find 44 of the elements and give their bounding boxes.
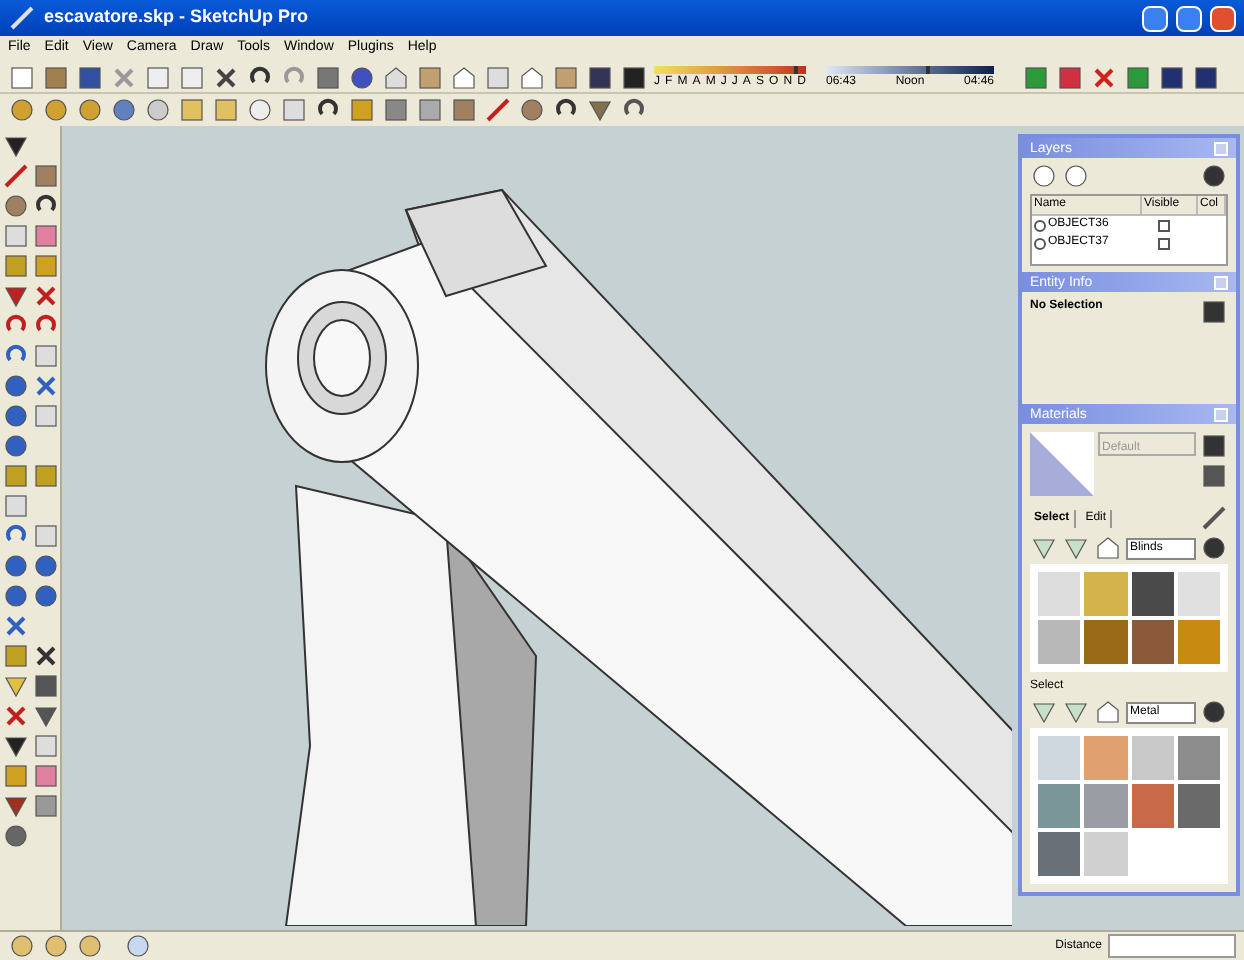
house-icon[interactable] [382, 63, 410, 91]
app-icon [8, 4, 36, 32]
material-swatch[interactable] [1177, 572, 1220, 616]
material-swatch[interactable] [1131, 736, 1174, 780]
visible-checkbox[interactable] [1158, 237, 1170, 249]
material-swatch[interactable] [1038, 572, 1081, 616]
pencil-icon[interactable] [2, 162, 30, 190]
material-swatch[interactable] [1038, 784, 1081, 828]
slider-thumb[interactable] [926, 66, 931, 74]
material-swatch[interactable] [1177, 784, 1220, 828]
material-swatch[interactable] [1084, 736, 1127, 780]
window-title: escavatore.skp - SketchUp Pro [44, 4, 309, 31]
house-icon[interactable] [450, 63, 478, 91]
material-swatch[interactable] [1177, 736, 1220, 780]
material-swatch[interactable] [1084, 572, 1127, 616]
material-swatch[interactable] [1084, 784, 1127, 828]
circle-icon[interactable] [518, 96, 546, 124]
rectangle-icon[interactable] [450, 96, 478, 124]
material-preview-icon [1030, 432, 1094, 496]
minimize-button[interactable] [1142, 5, 1168, 31]
delete-icon[interactable] [212, 63, 240, 91]
circle-icon[interactable] [2, 192, 30, 220]
rectangle-icon[interactable] [31, 162, 59, 190]
material-swatch[interactable] [1038, 832, 1081, 876]
layer-radio[interactable] [1034, 237, 1046, 249]
house-icon[interactable] [518, 63, 546, 91]
slider-thumb[interactable] [793, 66, 798, 74]
material-swatch[interactable] [1084, 620, 1127, 664]
cross-icon[interactable] [1090, 63, 1118, 91]
month-slider[interactable] [654, 66, 806, 74]
visible-checkbox[interactable] [1158, 219, 1170, 231]
material-swatch[interactable] [1177, 620, 1220, 664]
close-button[interactable] [1210, 5, 1236, 31]
time-slider[interactable] [826, 66, 994, 74]
material-swatch[interactable] [1131, 572, 1174, 616]
material-swatch[interactable] [1038, 736, 1081, 780]
pencil-icon[interactable] [484, 96, 512, 124]
material-swatch[interactable] [1084, 832, 1127, 876]
maximize-button[interactable] [1176, 5, 1202, 31]
material-swatch[interactable] [1038, 620, 1081, 664]
measurement-field[interactable] [1108, 934, 1236, 958]
material-swatch[interactable] [1131, 784, 1174, 828]
material-swatch[interactable] [1131, 620, 1174, 664]
layer-radio[interactable] [1034, 219, 1046, 231]
